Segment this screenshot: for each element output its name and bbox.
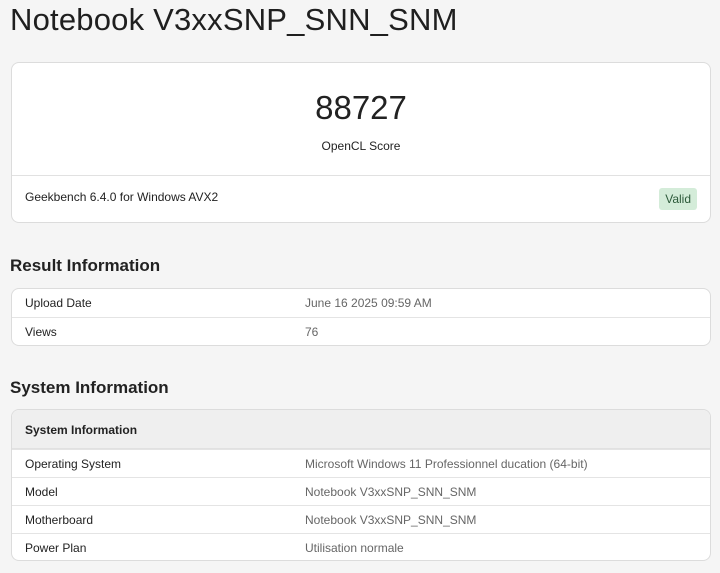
result-information-table: Upload Date June 16 2025 09:59 AM Views … [11,288,711,346]
table-row-upload-date: Upload Date June 16 2025 09:59 AM [12,289,710,317]
result-information-heading: Result Information [10,256,161,275]
table-row-views: Views 76 [12,317,710,345]
row-value: Notebook V3xxSNP_SNN_SNM [305,513,477,527]
page-title: Notebook V3xxSNP_SNN_SNM [10,2,458,37]
row-label: Model [25,485,58,499]
score-card: 88727 OpenCL Score Geekbench 6.4.0 for W… [11,62,711,223]
row-label: Views [25,325,57,339]
row-value: Microsoft Windows 11 Professionnel ducat… [305,457,588,471]
benchmark-version: Geekbench 6.4.0 for Windows AVX2 [25,190,219,204]
row-label: Power Plan [25,541,87,555]
score-value: 88727 [315,89,407,126]
row-value: 76 [305,325,319,339]
score-label: OpenCL Score [321,139,401,153]
row-label: Upload Date [25,296,92,310]
table-row-power-plan: Power Plan Utilisation normale [12,533,710,560]
table-row-operating-system: Operating System Microsoft Windows 11 Pr… [12,449,710,477]
row-label: Operating System [25,457,122,471]
row-value: June 16 2025 09:59 AM [305,296,432,310]
table-header: System Information [12,410,710,449]
system-information-heading: System Information [10,378,169,397]
row-value: Utilisation normale [305,541,404,555]
table-row-motherboard: Motherboard Notebook V3xxSNP_SNN_SNM [12,505,710,533]
status-badge: Valid [659,188,697,210]
row-label: Motherboard [25,513,94,527]
system-information-table: System Information Operating System Micr… [11,409,711,561]
row-value: Notebook V3xxSNP_SNN_SNM [305,485,477,499]
table-header-label: System Information [25,423,138,437]
page: Notebook V3xxSNP_SNN_SNM 88727 OpenCL Sc… [0,0,720,573]
table-row-model: Model Notebook V3xxSNP_SNN_SNM [12,477,710,505]
score-divider [12,175,710,176]
